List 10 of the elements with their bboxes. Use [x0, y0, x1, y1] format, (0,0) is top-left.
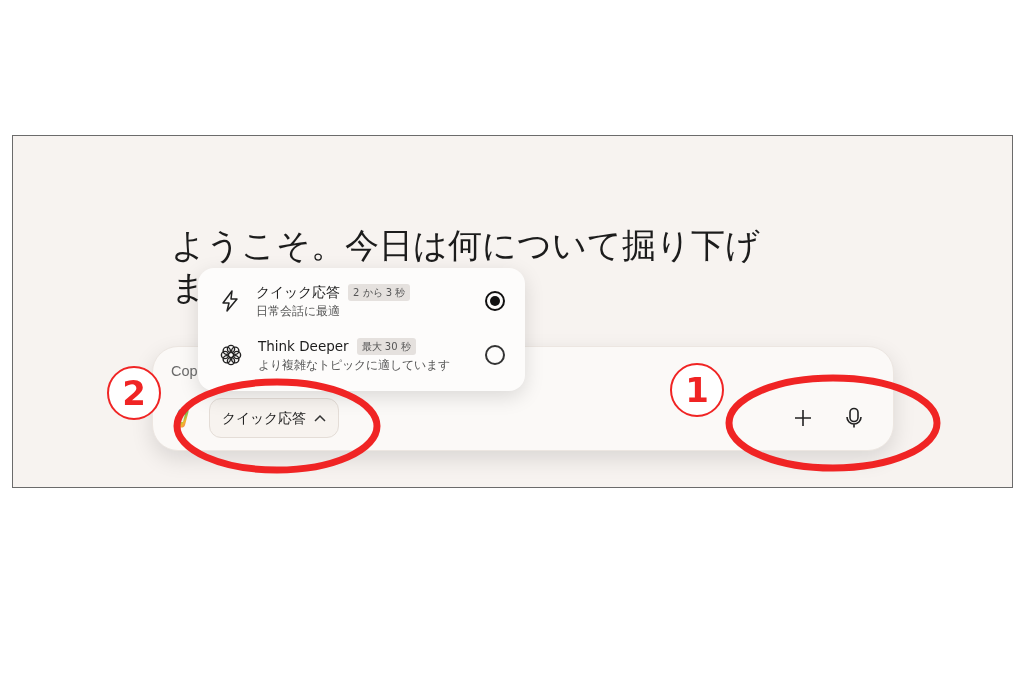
- time-badge: 2 から 3 秒: [348, 283, 411, 301]
- step-marker: 2: [107, 366, 161, 420]
- option-description: 日常会話に最適: [256, 302, 341, 320]
- option-title: クイック応答: [256, 283, 340, 303]
- time-badge: 最大 30 秒: [356, 337, 416, 355]
- option-description: より複雑なトピックに適しています: [258, 356, 450, 374]
- heading-text: ま: [171, 266, 206, 308]
- heading-text: ようこそ。今日は何について掘り下げ: [171, 224, 760, 266]
- option-title: Think Deeper: [258, 337, 349, 357]
- step-marker: 1: [670, 363, 724, 417]
